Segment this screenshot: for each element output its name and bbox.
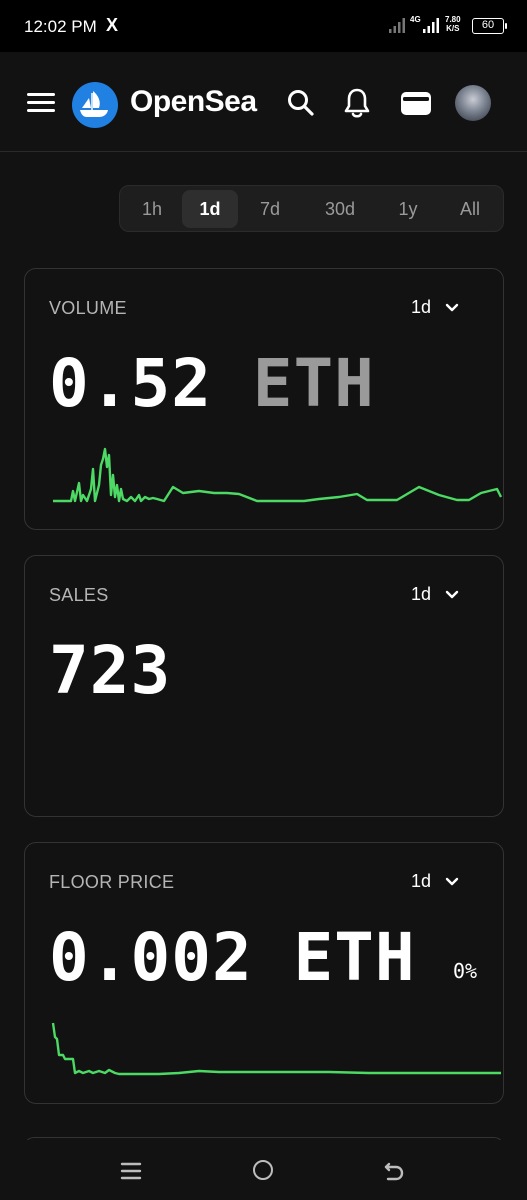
floor-price-unit: ETH (293, 919, 416, 996)
app-header: OpenSea (0, 52, 527, 152)
opensea-logo[interactable] (72, 82, 118, 128)
sales-value: 723 (49, 632, 172, 709)
home-icon[interactable] (253, 1160, 273, 1180)
floor-price-value: 0.002 ETH (49, 919, 416, 996)
floor-price-range-dropdown[interactable]: 1d (411, 871, 431, 892)
status-time: 12:02 PM (24, 17, 97, 36)
battery-icon: 60 (472, 18, 507, 34)
chevron-down-icon[interactable] (445, 301, 459, 315)
floor-price-amount: 0.002 (49, 919, 253, 996)
bell-icon[interactable] (342, 87, 372, 119)
floor-price-change: 0% (453, 959, 478, 983)
network-speed-unit: K/S (446, 24, 460, 33)
signal-icon (389, 18, 405, 33)
floor-price-chart (51, 1022, 501, 1076)
range-option-30d[interactable]: 30d (308, 190, 372, 228)
network-type: 4G (410, 15, 421, 24)
sales-card: SALES 1d 723 (24, 555, 504, 817)
volume-amount: 0.52 (49, 345, 212, 422)
brand-name[interactable]: OpenSea (130, 85, 257, 119)
system-nav-bar (0, 1140, 527, 1200)
volume-value: 0.52 ETH (49, 345, 375, 422)
volume-chart (53, 447, 503, 503)
volume-card: VOLUME 1d 0.52 ETH (24, 268, 504, 530)
network-speed-value: 7.80 (445, 15, 461, 24)
range-option-1y[interactable]: 1y (382, 190, 434, 228)
search-icon[interactable] (286, 88, 316, 118)
sales-label: SALES (49, 585, 109, 605)
range-option-1d[interactable]: 1d (182, 190, 238, 228)
chevron-down-icon[interactable] (445, 588, 459, 602)
avatar[interactable] (455, 85, 491, 121)
volume-range-dropdown[interactable]: 1d (411, 297, 431, 318)
status-bar: 12:02 PM X 4G 7.80 K/S 60 (0, 0, 527, 52)
floor-price-card: FLOOR PRICE 1d 0.002 ETH 0% (24, 842, 504, 1104)
range-option-1h[interactable]: 1h (124, 190, 180, 228)
back-icon[interactable] (383, 1159, 405, 1181)
chevron-down-icon[interactable] (445, 875, 459, 889)
wallet-icon[interactable] (399, 88, 433, 118)
network-speed: 7.80 K/S (445, 15, 461, 33)
volume-unit: ETH (252, 345, 375, 422)
recents-icon[interactable] (120, 1161, 142, 1181)
signal-strength-icon (423, 18, 439, 33)
floor-price-label: FLOOR PRICE (49, 872, 175, 892)
range-option-all[interactable]: All (442, 190, 498, 228)
x-app-icon: X (106, 15, 119, 35)
volume-label: VOLUME (49, 298, 127, 318)
time-range-selector: 1h 1d 7d 30d 1y All (119, 185, 504, 232)
range-option-7d[interactable]: 7d (242, 190, 298, 228)
menu-icon[interactable] (27, 93, 55, 113)
sales-range-dropdown[interactable]: 1d (411, 584, 431, 605)
